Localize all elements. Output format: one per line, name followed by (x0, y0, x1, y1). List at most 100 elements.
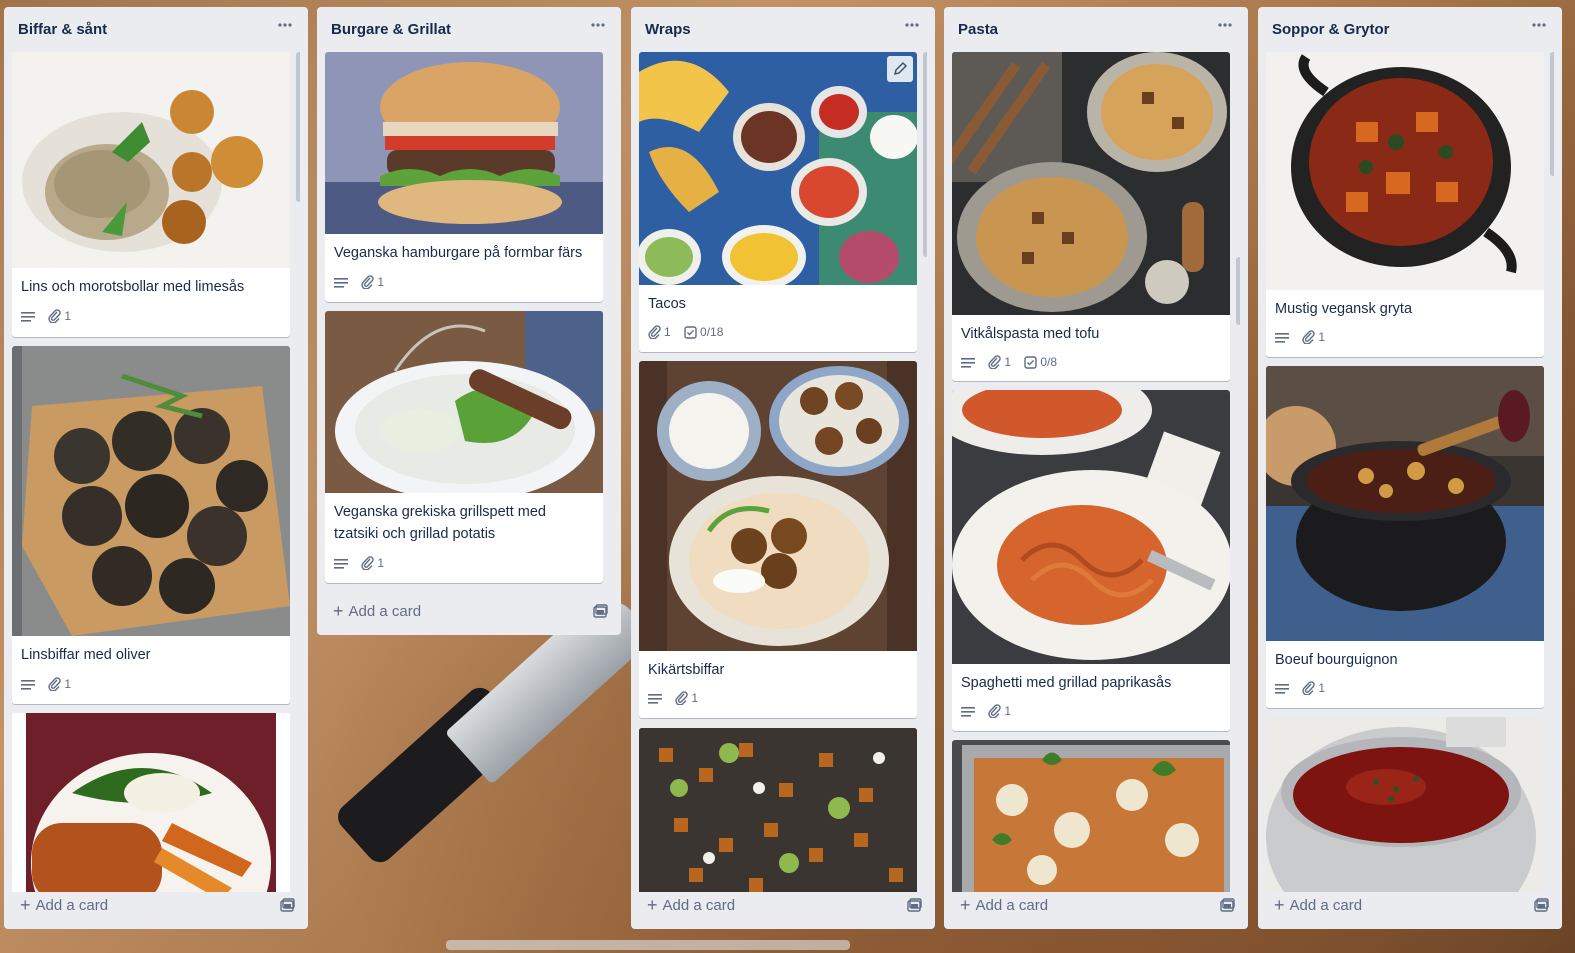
list-title[interactable]: Soppor & Grytor (1272, 21, 1390, 38)
card[interactable] (1266, 717, 1544, 892)
more-horizontal-icon[interactable] (274, 17, 296, 37)
card-cover-image (12, 52, 290, 268)
attachment-badge: 1 (648, 324, 671, 340)
card[interactable]: Veganska hamburgare på formbar färs 1 (325, 52, 603, 302)
card-cover-image (952, 740, 1230, 892)
attachment-count: 1 (691, 691, 699, 706)
card-title: Veganska grekiska grillspett med tzatsik… (334, 504, 546, 542)
board-horizontal-scrollbar[interactable] (446, 940, 850, 950)
attachment-count: 1 (1004, 704, 1012, 719)
edit-card-button[interactable] (887, 56, 913, 82)
list-soppor: Soppor & Grytor Mustig vegansk gryta 1 B… (1258, 7, 1562, 929)
description-icon (961, 704, 975, 718)
more-horizontal-icon[interactable] (587, 17, 609, 37)
card-template-icon[interactable] (1220, 898, 1236, 914)
plus-icon: + (1274, 895, 1285, 915)
list-header[interactable]: Burgare & Grillat (317, 7, 621, 49)
card-badges: 1 0/8 (961, 354, 1067, 372)
card[interactable]: Tacos 1 0/18 (639, 52, 917, 352)
list-title[interactable]: Burgare & Grillat (331, 21, 451, 38)
card-template-icon[interactable] (593, 604, 609, 620)
card-cover-image (1266, 366, 1544, 641)
card-title: Linsbiffar med oliver (21, 647, 151, 663)
card-template-icon[interactable] (907, 898, 923, 914)
paperclip-icon (648, 325, 661, 340)
list-header[interactable]: Wraps (631, 7, 935, 49)
card-cover-image (952, 52, 1230, 315)
attachment-badge: 1 (675, 690, 699, 706)
card-cover-image (12, 713, 290, 892)
more-horizontal-icon[interactable] (1528, 17, 1550, 37)
board: Biffar & sånt Lins och morotsbollar med … (0, 0, 1575, 953)
list-burgare: Burgare & Grillat Veganska hamburgare på… (317, 7, 621, 635)
card-title: Spaghetti med grillad paprikasås (961, 675, 1172, 691)
paperclip-icon (988, 704, 1002, 719)
card[interactable]: Boeuf bourguignon 1 (1266, 366, 1544, 708)
plus-icon: + (333, 601, 344, 621)
paperclip-icon (1302, 681, 1316, 696)
add-card-button[interactable]: + Add a card (952, 891, 1200, 919)
card[interactable]: Vitkålspasta med tofu 1 0/8 (952, 52, 1230, 381)
card[interactable]: Linsbiffar med oliver 1 (12, 346, 290, 704)
add-card-button[interactable]: + Add a card (639, 891, 887, 919)
card-badges: 1 (21, 676, 81, 694)
card-title: Boeuf bourguignon (1275, 652, 1398, 668)
card-cover-image (952, 390, 1230, 664)
add-card-button[interactable]: + Add a card (325, 597, 573, 625)
card[interactable]: Kikärtsbiffar 1 (639, 361, 917, 718)
list-biffar: Biffar & sånt Lins och morotsbollar med … (4, 7, 308, 929)
card-template-icon[interactable] (1534, 898, 1550, 914)
card[interactable] (952, 740, 1230, 892)
card[interactable]: Veganska grekiska grillspett med tzatsik… (325, 311, 603, 583)
add-card-button[interactable]: + Add a card (1266, 891, 1514, 919)
list-scrollbar[interactable] (1550, 52, 1554, 176)
card-badges: 1 (334, 274, 394, 292)
card-cover-image (1266, 52, 1544, 290)
card[interactable] (639, 728, 917, 892)
card-cover-image (325, 311, 603, 493)
attachment-badge: 1 (1302, 680, 1325, 696)
paperclip-icon (361, 275, 375, 290)
card-title: Mustig vegansk gryta (1275, 301, 1413, 317)
list-header[interactable]: Soppor & Grytor (1258, 7, 1562, 49)
card-title: Vitkålspasta med tofu (961, 326, 1100, 342)
card-badges: 1 (334, 555, 394, 573)
description-icon (334, 556, 348, 570)
card-title: Tacos (648, 296, 686, 312)
card[interactable]: Lins och morotsbollar med limesås 1 (12, 52, 290, 337)
checkbox-icon (684, 326, 697, 339)
description-icon (21, 309, 35, 323)
attachment-count: 1 (1004, 355, 1012, 370)
list-title[interactable]: Pasta (958, 21, 998, 38)
card-cover-image (639, 52, 917, 285)
card[interactable]: Mustig vegansk gryta 1 (1266, 52, 1544, 357)
list-header[interactable]: Pasta (944, 7, 1248, 49)
more-horizontal-icon[interactable] (1214, 17, 1236, 37)
checkbox-icon (1024, 356, 1038, 369)
list-scrollbar[interactable] (1236, 257, 1240, 325)
attachment-badge: 1 (988, 703, 1012, 719)
list-title[interactable]: Wraps (645, 21, 691, 38)
attachment-count: 1 (377, 275, 385, 290)
list-scrollbar[interactable] (296, 52, 300, 202)
card-cover-image (325, 52, 603, 234)
card-badges: 1 (648, 690, 708, 708)
attachment-count: 1 (664, 325, 671, 340)
list-title[interactable]: Biffar & sånt (18, 21, 107, 38)
description-icon (1275, 330, 1289, 344)
card-badges: 1 0/18 (648, 324, 733, 342)
more-horizontal-icon[interactable] (901, 17, 923, 37)
plus-icon: + (20, 895, 31, 915)
card-template-icon[interactable] (280, 898, 296, 914)
paperclip-icon (675, 691, 689, 706)
attachment-count: 1 (64, 677, 72, 692)
attachment-badge: 1 (48, 676, 72, 692)
attachment-badge: 1 (361, 274, 385, 290)
list-header[interactable]: Biffar & sånt (4, 7, 308, 49)
card[interactable] (12, 713, 290, 892)
list-scrollbar[interactable] (923, 52, 927, 257)
add-card-button[interactable]: + Add a card (12, 891, 260, 919)
attachment-count: 1 (64, 309, 72, 324)
card[interactable]: Spaghetti med grillad paprikasås 1 (952, 390, 1230, 731)
plus-icon: + (647, 895, 658, 915)
